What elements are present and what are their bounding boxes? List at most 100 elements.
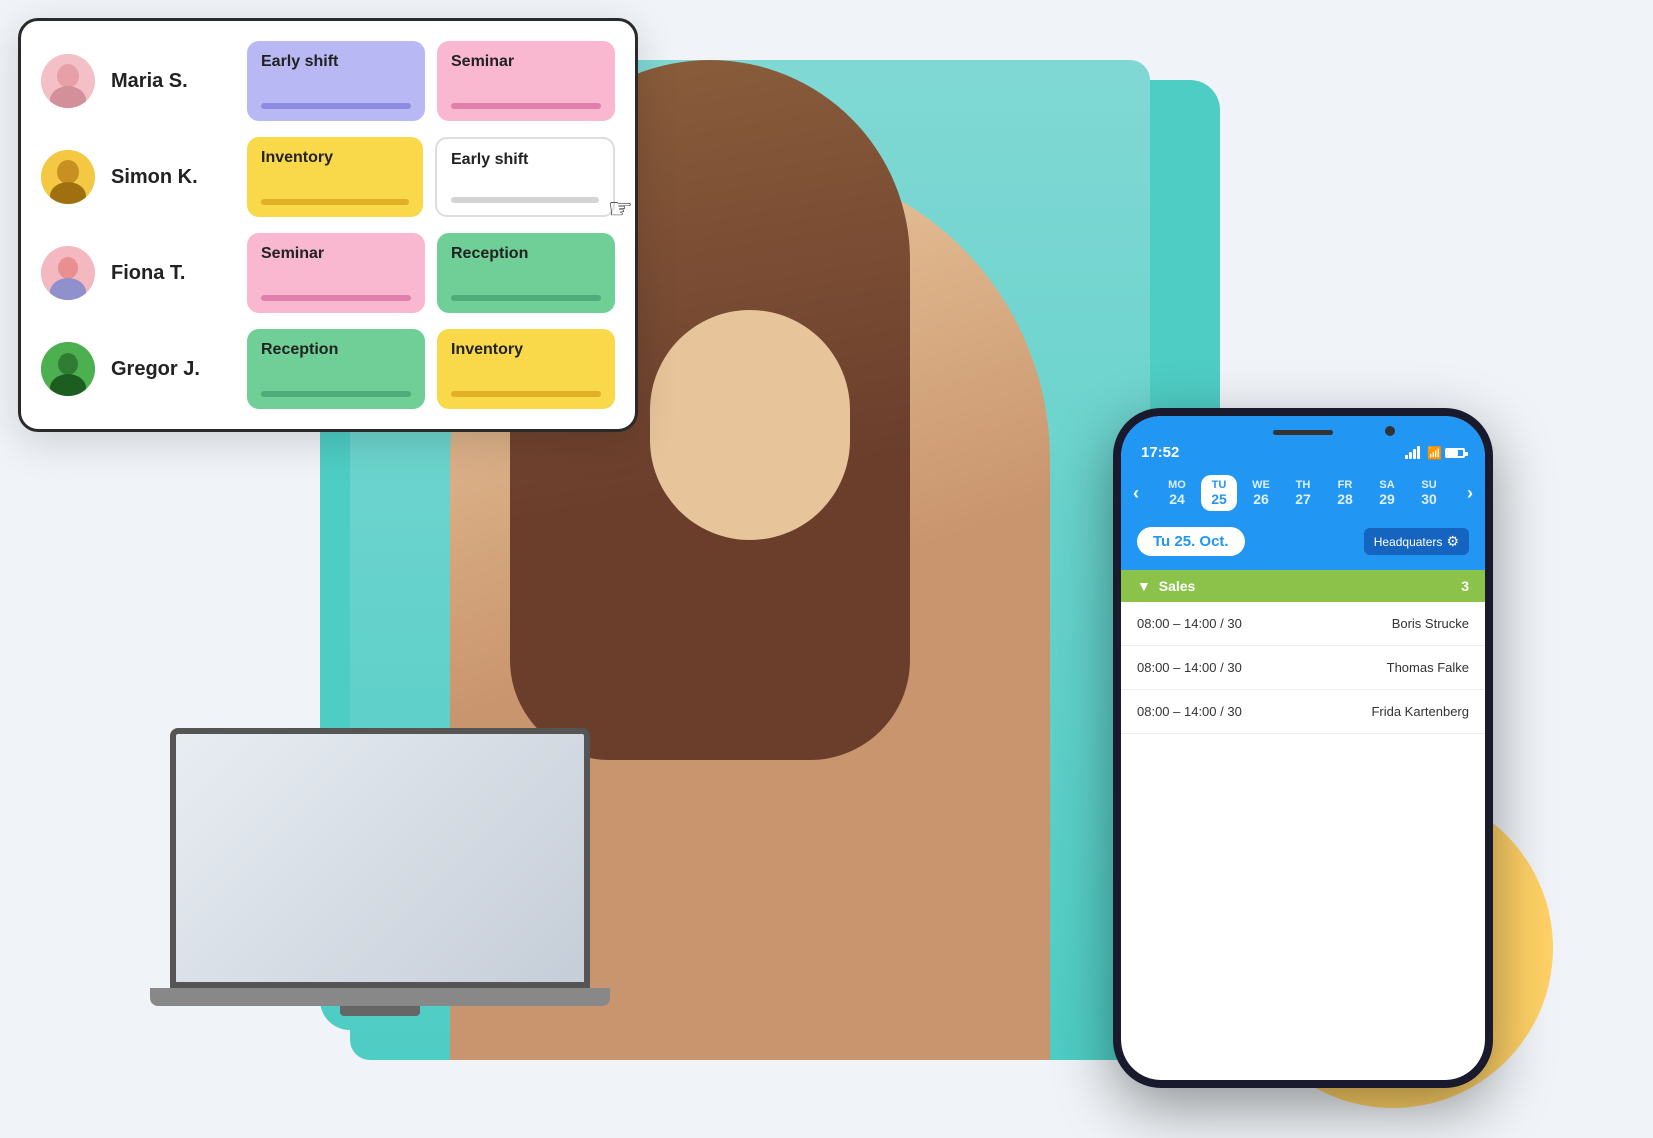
day-item-tu[interactable]: TU 25	[1201, 475, 1237, 511]
employee-name-gregor: Gregor J.	[111, 358, 231, 381]
shift-person-2: Frida Kartenberg	[1371, 704, 1469, 719]
schedule-row-fiona: Fiona T. Seminar Reception	[41, 233, 615, 313]
shift-card-seminar-maria[interactable]: Seminar	[437, 41, 615, 121]
shift-cards-fiona: Seminar Reception	[247, 233, 615, 313]
day-item-mo[interactable]: MO 24	[1159, 475, 1195, 511]
phone-date-bar: Tu 25. Oct. Headquaters ⚙	[1121, 519, 1485, 570]
shift-card-title: Inventory	[451, 341, 601, 359]
laptop-screen	[170, 728, 590, 988]
avatar-simon	[41, 150, 95, 204]
day-item-su[interactable]: SU 30	[1411, 475, 1447, 511]
avatar-maria	[41, 54, 95, 108]
shift-card-bar	[261, 199, 409, 205]
shift-card-early-shift-maria[interactable]: Early shift	[247, 41, 425, 121]
laptop	[130, 728, 630, 1108]
shift-card-reception-fiona[interactable]: Reception	[437, 233, 615, 313]
day-item-we[interactable]: WE 26	[1243, 475, 1279, 511]
shift-cards-simon: Inventory Early shift ☞	[247, 137, 615, 217]
phone-screen: 17:52 📶 ‹ MO 24	[1121, 416, 1485, 1080]
phone-content: 08:00 – 14:00 / 30 Boris Strucke 08:00 –…	[1121, 602, 1485, 734]
shift-card-bar	[451, 197, 599, 203]
day-item-th[interactable]: TH 27	[1285, 475, 1321, 511]
shift-card-bar	[451, 391, 601, 397]
avatar-fiona	[41, 246, 95, 300]
location-badge[interactable]: Headquaters ⚙	[1364, 528, 1469, 555]
nav-arrow-left[interactable]: ‹	[1133, 483, 1139, 504]
section-count: 3	[1461, 578, 1469, 594]
shift-card-title: Reception	[451, 245, 601, 263]
shift-card-inventory-simon[interactable]: Inventory	[247, 137, 423, 217]
day-num-tu: 25	[1211, 491, 1227, 507]
laptop-base	[150, 988, 610, 1006]
battery-icon	[1445, 448, 1465, 458]
shift-card-reception-gregor[interactable]: Reception	[247, 329, 425, 409]
phone-nav-bar: ‹ MO 24 TU 25 WE 26 TH 27	[1121, 467, 1485, 519]
nav-arrow-right[interactable]: ›	[1467, 483, 1473, 504]
shift-card-title: Inventory	[261, 149, 409, 167]
shift-person-1: Thomas Falke	[1387, 660, 1469, 675]
day-name-sa: SA	[1379, 479, 1394, 491]
day-name-mo: MO	[1168, 479, 1186, 491]
battery-fill	[1447, 450, 1458, 456]
laptop-stand	[340, 1006, 420, 1016]
shift-card-bar	[451, 103, 601, 109]
shift-card-early-shift-simon[interactable]: Early shift ☞	[435, 137, 615, 217]
day-name-tu: TU	[1212, 479, 1227, 491]
schedule-row-maria: Maria S. Early shift Seminar	[41, 41, 615, 121]
shift-entry-1[interactable]: 08:00 – 14:00 / 30 Thomas Falke	[1121, 646, 1485, 690]
cursor-icon: ☞	[608, 192, 633, 225]
phone-camera	[1385, 426, 1395, 436]
phone-speaker	[1273, 430, 1333, 435]
shift-person-0: Boris Strucke	[1392, 616, 1469, 631]
section-arrow[interactable]: ▼	[1137, 578, 1151, 594]
gear-icon[interactable]: ⚙	[1446, 533, 1459, 550]
shift-card-title: Reception	[261, 341, 411, 359]
shift-card-title: Early shift	[451, 151, 599, 169]
tablet-schedule-card: Maria S. Early shift Seminar Simon K. In…	[18, 18, 638, 432]
day-num-sa: 29	[1379, 491, 1395, 507]
employee-name-simon: Simon K.	[111, 166, 231, 189]
shift-card-bar	[261, 391, 411, 397]
avatar-gregor	[41, 342, 95, 396]
day-num-fr: 28	[1337, 491, 1353, 507]
signal-bars	[1405, 446, 1420, 459]
shift-cards-gregor: Reception Inventory	[247, 329, 615, 409]
day-num-su: 30	[1421, 491, 1437, 507]
shift-card-seminar-fiona[interactable]: Seminar	[247, 233, 425, 313]
phone-status-bar: 17:52 📶	[1121, 416, 1485, 467]
day-name-su: SU	[1421, 479, 1436, 491]
schedule-row-gregor: Gregor J. Reception Inventory	[41, 329, 615, 409]
employee-name-fiona: Fiona T.	[111, 262, 231, 285]
day-num-mo: 24	[1169, 491, 1185, 507]
day-num-we: 26	[1253, 491, 1269, 507]
shift-time-2: 08:00 – 14:00 / 30	[1137, 704, 1242, 719]
day-item-sa[interactable]: SA 29	[1369, 475, 1405, 511]
day-name-we: WE	[1252, 479, 1270, 491]
day-item-fr[interactable]: FR 28	[1327, 475, 1363, 511]
shift-card-title: Seminar	[261, 245, 411, 263]
shift-card-title: Seminar	[451, 53, 601, 71]
phone-mockup: 17:52 📶 ‹ MO 24	[1113, 408, 1493, 1088]
shift-entry-2[interactable]: 08:00 – 14:00 / 30 Frida Kartenberg	[1121, 690, 1485, 734]
section-label: Sales	[1159, 578, 1196, 594]
day-name-fr: FR	[1338, 479, 1353, 491]
shift-card-title: Early shift	[261, 53, 411, 71]
signal-icons: 📶	[1405, 446, 1465, 460]
date-badge: Tu 25. Oct.	[1137, 527, 1245, 556]
shift-card-bar	[261, 103, 411, 109]
shift-card-inventory-gregor[interactable]: Inventory	[437, 329, 615, 409]
laptop-screen-inner	[176, 734, 584, 982]
schedule-row-simon: Simon K. Inventory Early shift ☞	[41, 137, 615, 217]
day-num-th: 27	[1295, 491, 1311, 507]
shift-card-bar	[451, 295, 601, 301]
shift-card-bar	[261, 295, 411, 301]
shift-entry-0[interactable]: 08:00 – 14:00 / 30 Boris Strucke	[1121, 602, 1485, 646]
section-header-label: ▼ Sales	[1137, 578, 1195, 594]
shift-cards-maria: Early shift Seminar	[247, 41, 615, 121]
shift-time-0: 08:00 – 14:00 / 30	[1137, 616, 1242, 631]
day-name-th: TH	[1296, 479, 1311, 491]
day-items: MO 24 TU 25 WE 26 TH 27 FR 28	[1159, 475, 1447, 511]
location-label: Headquaters	[1374, 535, 1443, 549]
shift-time-1: 08:00 – 14:00 / 30	[1137, 660, 1242, 675]
employee-name-maria: Maria S.	[111, 70, 231, 93]
